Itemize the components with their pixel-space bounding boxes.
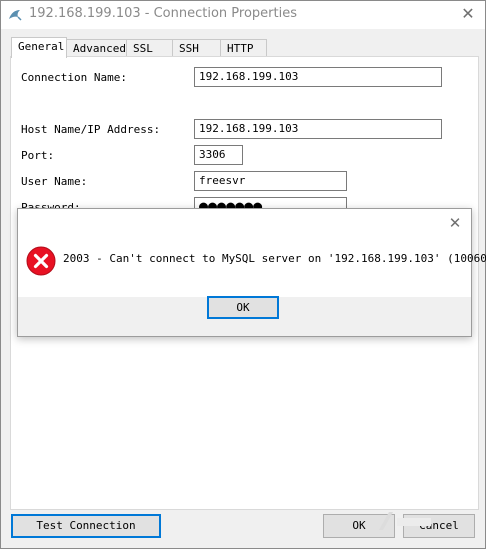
host-label: Host Name/IP Address:	[21, 123, 161, 136]
port-field[interactable]: 3306	[194, 145, 243, 165]
tab-advanced[interactable]: Advanced	[66, 39, 127, 57]
watermark-icon	[375, 508, 435, 534]
host-field[interactable]: 192.168.199.103	[194, 119, 442, 139]
user-name-field[interactable]: freesvr	[194, 171, 347, 191]
tab-ssl[interactable]: SSL	[126, 39, 173, 57]
test-connection-button[interactable]: Test Connection	[11, 514, 161, 538]
connection-name-field[interactable]: 192.168.199.103	[194, 67, 442, 87]
title-bar: 192.168.199.103 - Connection Properties …	[1, 1, 485, 29]
port-label: Port:	[21, 149, 55, 162]
dialog-ok-button[interactable]: OK	[207, 296, 279, 319]
dolphin-app-icon	[7, 7, 23, 23]
window-title: 192.168.199.103 - Connection Properties	[29, 6, 297, 21]
tab-ssh[interactable]: SSH	[172, 39, 221, 57]
tab-http[interactable]: HTTP	[220, 39, 267, 57]
connection-name-label: Connection Name:	[21, 71, 127, 84]
error-dialog: ✕ 2003 - Can't connect to MySQL server o…	[17, 208, 486, 337]
error-icon	[26, 246, 56, 276]
error-message: 2003 - Can't connect to MySQL server on …	[63, 252, 486, 265]
tab-general[interactable]: General	[11, 37, 67, 58]
user-name-label: User Name:	[21, 175, 88, 188]
window-close-icon[interactable]: ✕	[459, 5, 477, 23]
dialog-close-icon[interactable]: ✕	[447, 215, 463, 231]
